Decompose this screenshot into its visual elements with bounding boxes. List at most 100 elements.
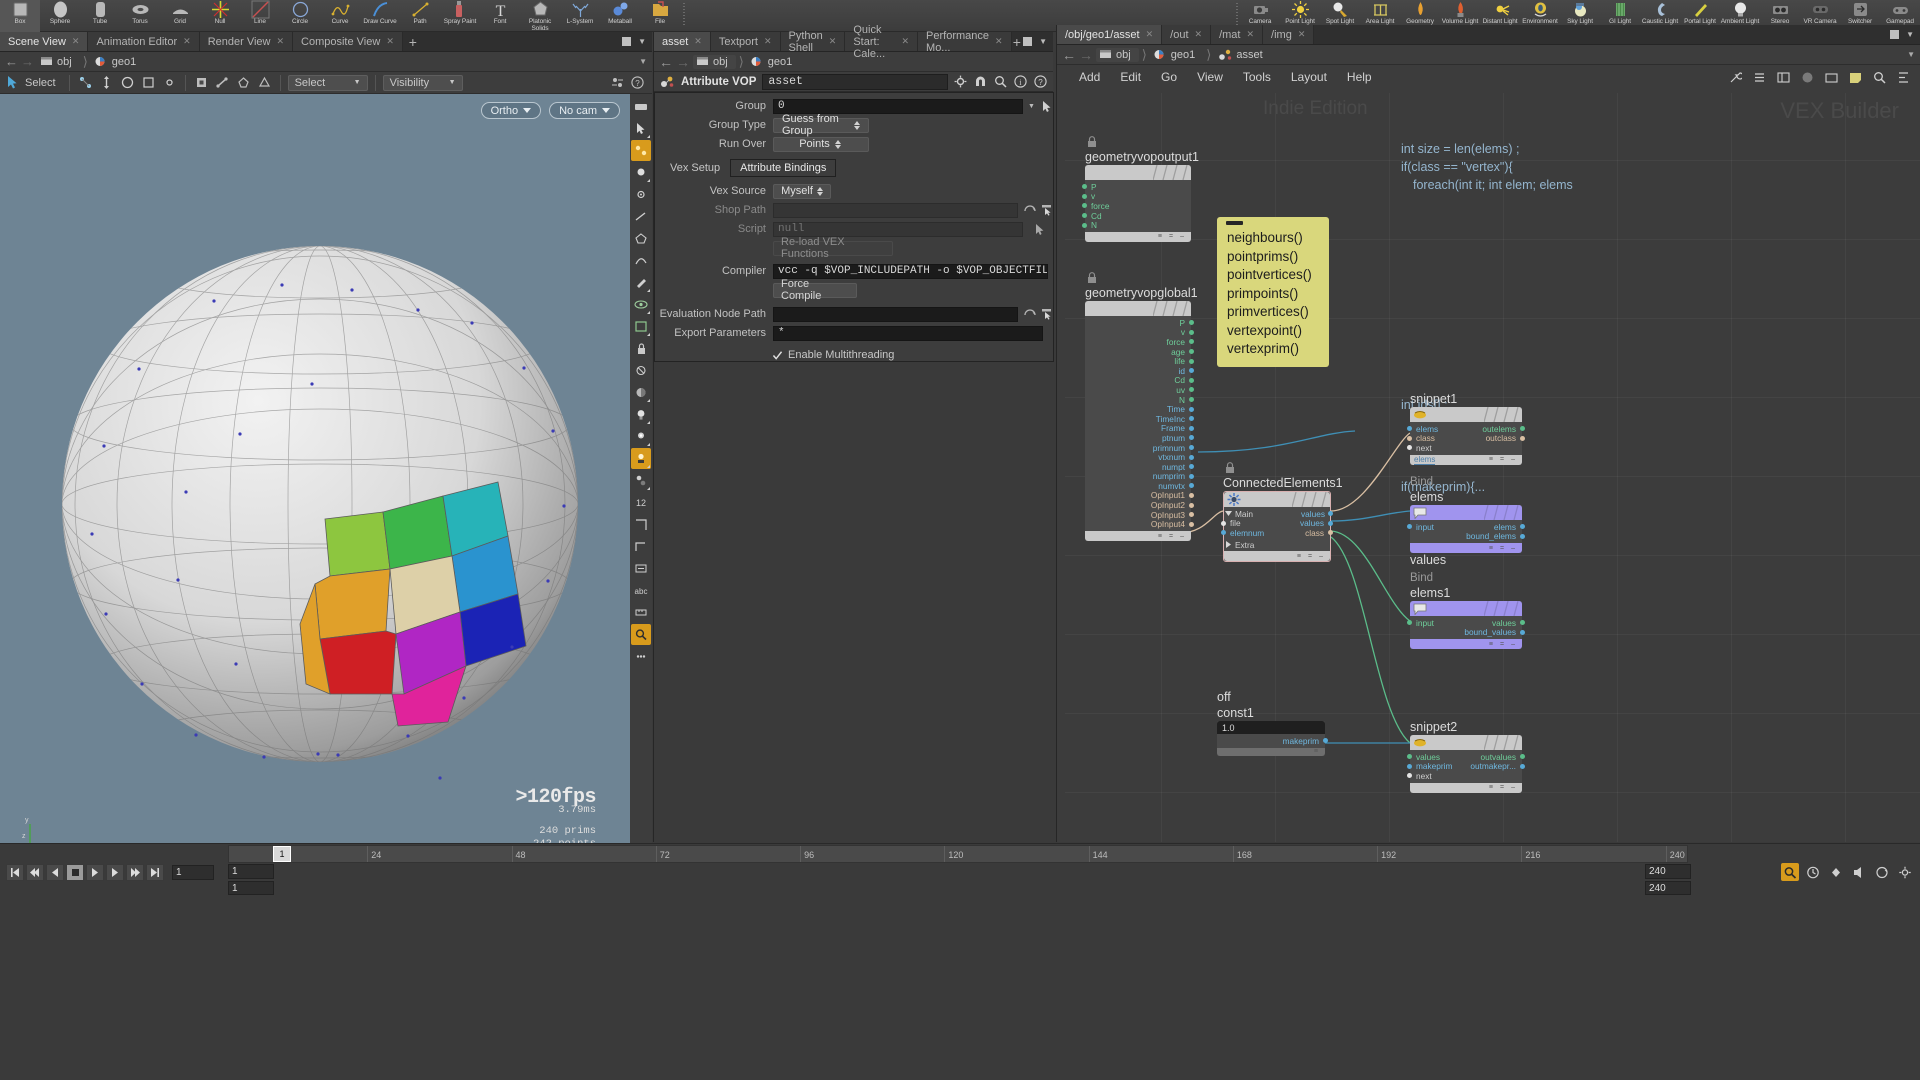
global-port-uv[interactable]: uv — [1085, 385, 1194, 395]
lock-icon[interactable] — [631, 338, 651, 359]
tab-scene-view[interactable]: Scene View ✕ — [0, 32, 89, 51]
vex-source-menu[interactable]: Myself — [773, 183, 831, 199]
net-breadcrumb-asset[interactable]: asset — [1214, 47, 1270, 62]
node-snippet1[interactable]: snippet1 elems outelems class outclass n… — [1407, 392, 1525, 465]
tab-asset[interactable]: asset ✕ — [654, 32, 711, 51]
group-type-spinner[interactable] — [853, 120, 860, 130]
global-port-id[interactable]: id — [1085, 366, 1194, 376]
rotate-tool-icon[interactable] — [119, 74, 136, 91]
visibility-menu[interactable]: Visibility ▼ — [382, 74, 463, 91]
tab-performance-mo[interactable]: Performance Mo... ✕ — [918, 30, 1012, 54]
close-icon[interactable]: ✕ — [183, 36, 191, 47]
ortho-pill[interactable]: Ortho — [480, 102, 542, 119]
snippet2-port-next[interactable]: next — [1407, 771, 1522, 781]
shelf-item-file[interactable]: File — [640, 0, 680, 32]
reload-vex-button[interactable]: Re-load VEX Functions — [773, 236, 893, 260]
node-name-field[interactable]: asset — [762, 73, 948, 90]
node-flag-snippet2[interactable] — [1410, 735, 1522, 750]
close-icon[interactable]: ✕ — [694, 36, 702, 47]
menu-layout[interactable]: Layout — [1281, 68, 1337, 86]
bone-icon[interactable] — [631, 470, 651, 491]
playbar-clock-icon[interactable] — [1804, 863, 1822, 881]
reload-arrow-icon[interactable] — [1024, 204, 1036, 216]
node-bind-elems[interactable]: elems Bind input elems bound_elems ≡ = – — [1407, 476, 1525, 554]
close-icon[interactable]: ✕ — [995, 36, 1003, 47]
gear-icon[interactable] — [954, 75, 967, 88]
ce-port-elemnum[interactable]: elemnum class — [1221, 528, 1333, 538]
node-flag-bind-elems1[interactable] — [1410, 601, 1522, 616]
jump-start-button[interactable] — [6, 864, 24, 881]
node-box-bind-elems1[interactable]: input values bound_values ≡ = – — [1407, 601, 1525, 650]
range-start-field[interactable]: 1 — [228, 864, 274, 879]
network-box-icon[interactable] — [1825, 71, 1838, 84]
vex-source-spinner[interactable] — [816, 186, 823, 196]
shelf-item-path[interactable]: Path — [400, 0, 440, 32]
shelf-item-line[interactable]: Line — [240, 0, 280, 32]
snap-icon[interactable] — [161, 74, 178, 91]
snippet1-port-class[interactable]: class outclass — [1407, 433, 1525, 443]
close-icon[interactable]: ✕ — [276, 36, 284, 47]
breadcrumb-obj[interactable]: obj — [37, 55, 80, 69]
node-flag-ce[interactable] — [1224, 492, 1330, 507]
menu-help[interactable]: Help — [1337, 68, 1382, 86]
textsnap-icon[interactable] — [631, 558, 651, 579]
node-flag-global[interactable] — [1085, 301, 1191, 316]
close-icon[interactable]: ✕ — [764, 36, 772, 47]
snippet1-port-next[interactable]: next — [1407, 443, 1522, 453]
help-icon-2[interactable]: ? — [1034, 75, 1047, 88]
node-snippet2[interactable]: snippet2 values outvalues makeprim outma… — [1407, 720, 1525, 793]
node-foot-snippet2[interactable]: ≡ = – — [1410, 782, 1522, 793]
close-icon[interactable]: ✕ — [1195, 29, 1203, 40]
breadcrumb-geo1[interactable]: geo1 — [91, 55, 144, 69]
shelf-item-grid[interactable]: Grid — [160, 0, 200, 32]
shelf-item-font[interactable]: T Font — [480, 0, 520, 32]
magnet-icon[interactable] — [974, 75, 987, 88]
back-arrow-icon[interactable]: ← — [5, 54, 18, 69]
display-options-icon[interactable] — [611, 76, 624, 89]
panel-icon[interactable] — [1777, 71, 1790, 84]
node-flag-output[interactable] — [1085, 165, 1191, 180]
close-icon[interactable]: ✕ — [386, 36, 394, 47]
node-flag-snippet1[interactable] — [1410, 407, 1522, 422]
range-end-field[interactable]: 1 — [228, 881, 274, 895]
wrench-icon[interactable] — [1729, 71, 1742, 84]
port-force[interactable]: force — [1082, 201, 1191, 211]
camera-pill[interactable]: No cam — [549, 102, 620, 119]
shelf-item-metaball[interactable]: Metaball — [600, 0, 640, 32]
light-tool-icon[interactable] — [631, 162, 651, 183]
prim-component-icon[interactable] — [235, 74, 252, 91]
help-icon[interactable]: ? — [631, 76, 644, 89]
node-flag-bind-elems[interactable] — [1410, 505, 1522, 520]
node-foot-bind-elems[interactable]: ≡ = – — [1410, 543, 1522, 554]
move-tool-icon[interactable] — [98, 74, 115, 91]
global-port-OpInput2[interactable]: OpInput2 — [1085, 500, 1194, 510]
menu-go[interactable]: Go — [1151, 68, 1187, 86]
node-box-ce[interactable]: Main values file values elemnum class Ex… — [1221, 491, 1333, 563]
param-path-field[interactable] — [803, 55, 1048, 69]
shelf-item-spray-paint[interactable]: Spray Paint — [440, 0, 480, 32]
menu-view[interactable]: View — [1187, 68, 1233, 86]
tab-textport[interactable]: Textport ✕ — [710, 32, 781, 51]
playbar-audio-icon[interactable] — [1850, 863, 1868, 881]
node-foot-const1[interactable]: ≡ — [1217, 747, 1325, 756]
ce-port-file[interactable]: file values — [1221, 518, 1333, 528]
playbar-settings-icon[interactable] — [1896, 863, 1914, 881]
node-geometryvopoutput1[interactable]: geometryvopoutput1 P v force Cd N ≡ = – — [1082, 136, 1199, 242]
edge-component-icon[interactable] — [214, 74, 231, 91]
snippet1-port-elems[interactable]: elems outelems — [1407, 424, 1525, 434]
ruler-icon[interactable] — [631, 602, 651, 623]
info-icon[interactable]: i — [1014, 75, 1027, 88]
eval-reload-icon[interactable] — [1024, 308, 1036, 320]
port-v[interactable]: v — [1082, 191, 1191, 201]
global-port-OpInput1[interactable]: OpInput1 — [1085, 490, 1194, 500]
global-port-Cd[interactable]: Cd — [1085, 375, 1194, 385]
shop-path-input[interactable] — [773, 202, 1018, 218]
path-dropdown-icon[interactable]: ▼ — [639, 57, 647, 66]
sticky-note-icon[interactable] — [1849, 71, 1862, 84]
search-icon[interactable] — [994, 75, 1007, 88]
light-linker-icon[interactable] — [631, 448, 651, 469]
snippet2-port-values[interactable]: values outvalues — [1407, 752, 1525, 762]
close-icon[interactable]: ✕ — [829, 36, 837, 47]
bind-elems1-port-bound[interactable]: bound_values — [1410, 627, 1525, 637]
playbar-loop-icon[interactable] — [1873, 863, 1891, 881]
